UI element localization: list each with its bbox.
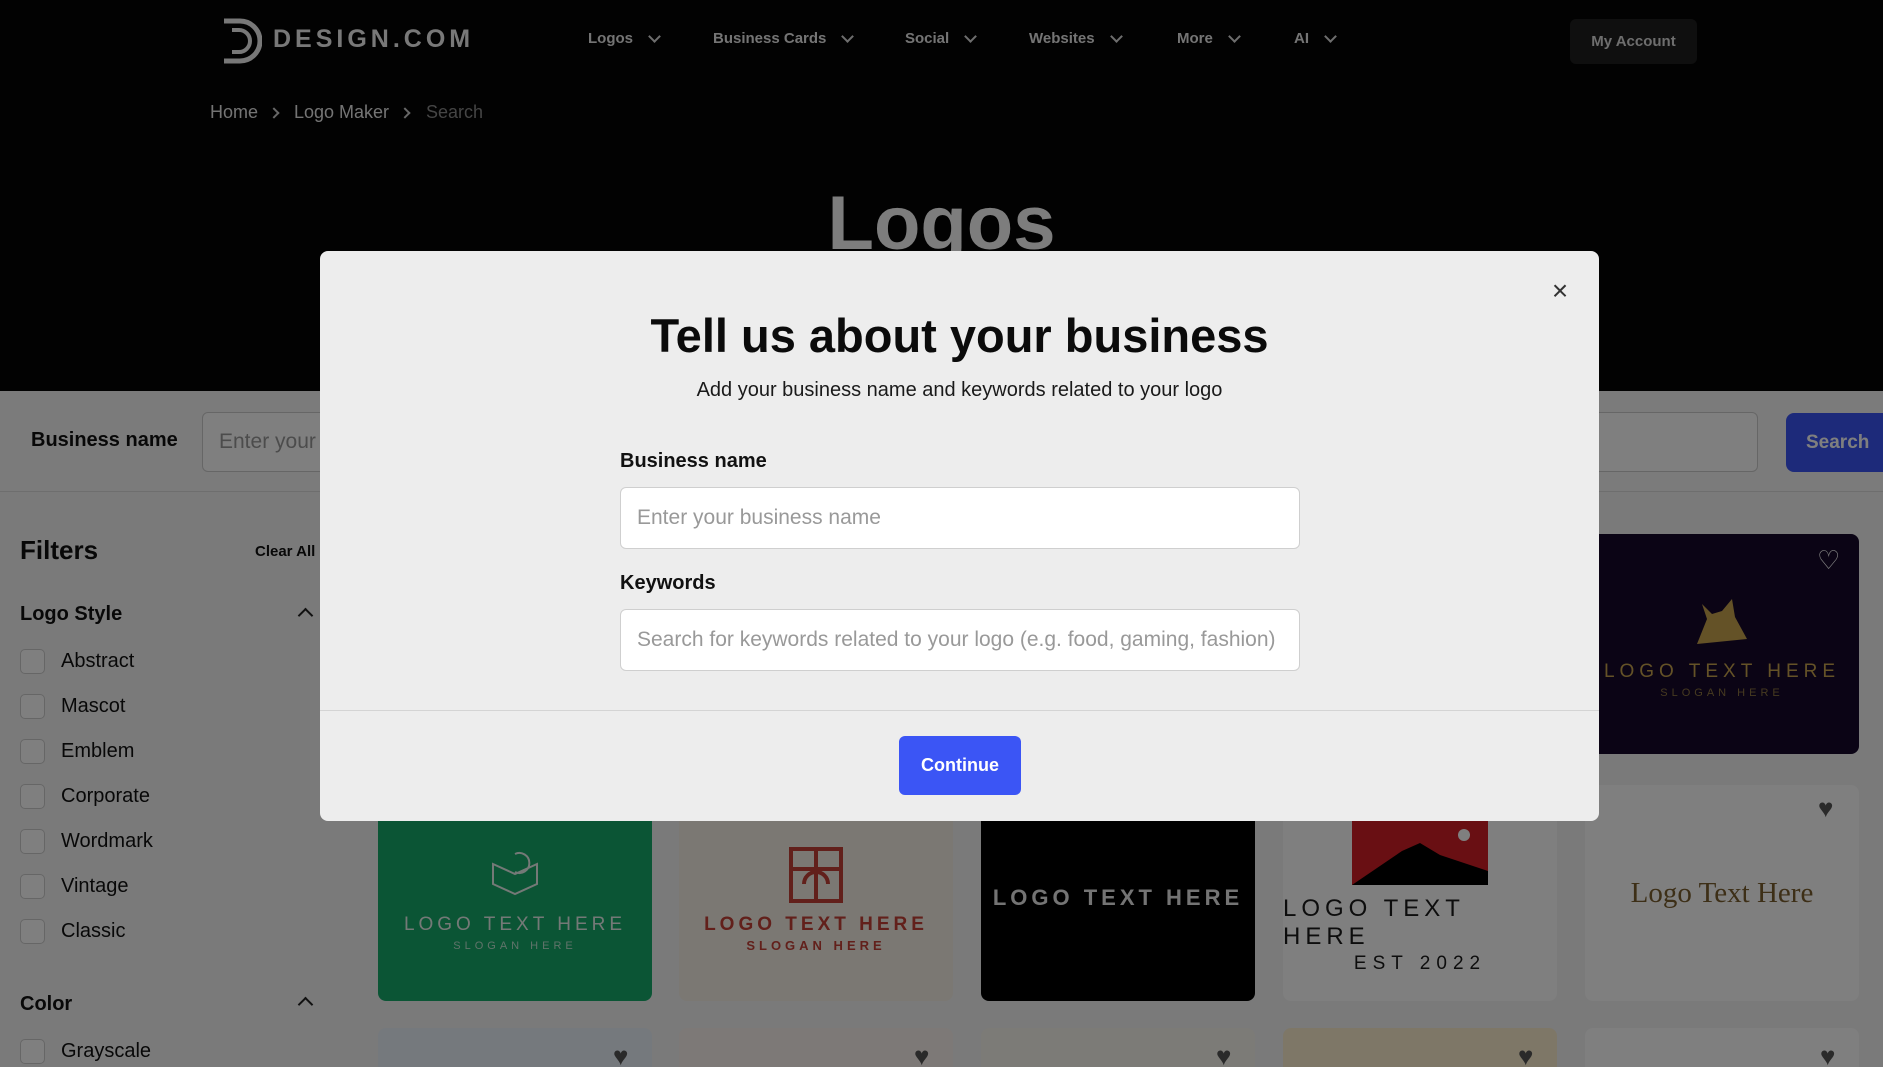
modal-subtitle: Add your business name and keywords rela…: [696, 379, 1223, 401]
continue-button[interactable]: Continue: [899, 736, 1021, 795]
keywords-label: Keywords: [620, 572, 716, 594]
close-icon[interactable]: ×: [1547, 275, 1573, 306]
business-name-input[interactable]: Enter your business name: [620, 487, 1300, 549]
keywords-placeholder: Search for keywords related to your logo…: [637, 628, 1276, 651]
business-name-placeholder: Enter your business name: [637, 506, 881, 529]
keywords-input[interactable]: Search for keywords related to your logo…: [620, 609, 1300, 671]
business-name-label: Business name: [620, 450, 767, 472]
modal-divider: [320, 710, 1599, 711]
modal-title: Tell us about your business: [650, 309, 1269, 362]
